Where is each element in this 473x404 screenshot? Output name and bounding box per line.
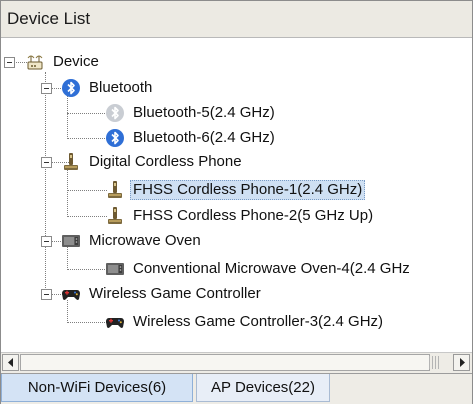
tree-line [67, 138, 107, 139]
panel-title: Device List [7, 9, 91, 28]
tree-node-label: FHSS Cordless Phone-1(2.4 GHz) [130, 180, 366, 200]
device-tree[interactable]: Device Bluetooth Bluetooth-5(2.4 GHz) Bl… [1, 38, 472, 351]
tree-node-device[interactable]: Device [25, 51, 102, 73]
device-tabs: Non-WiFi Devices(6) AP Devices(22) [1, 373, 472, 404]
router-icon [25, 52, 45, 72]
device-list-panel: Device List Device Bluetooth Bluetooth-5… [0, 0, 473, 404]
collapse-toggle-game-controller[interactable] [41, 289, 52, 300]
microwave-icon [105, 259, 125, 279]
microwave-icon [61, 231, 81, 251]
bluetooth-inactive-icon [105, 103, 125, 123]
tree-node-bluetooth-6[interactable]: Bluetooth-6(2.4 GHz) [105, 127, 278, 149]
tree-node-game-controller-3[interactable]: Wireless Game Controller-3(2.4 GHz) [105, 311, 386, 333]
tree-line [67, 269, 107, 270]
cordless-phone-icon [105, 206, 125, 226]
tree-line [67, 322, 107, 323]
tree-line [67, 94, 68, 139]
tree-node-label: Microwave Oven [89, 232, 201, 249]
scroll-left-icon [7, 358, 13, 367]
tree-node-game-controller[interactable]: Wireless Game Controller [61, 283, 264, 305]
collapse-toggle-microwave[interactable] [41, 236, 52, 247]
tree-node-label: Bluetooth-6(2.4 GHz) [133, 129, 275, 146]
tree-node-label: Bluetooth [89, 79, 153, 96]
tree-node-label: Wireless Game Controller [89, 285, 261, 302]
tree-node-label: FHSS Cordless Phone-2(5 GHz Up) [133, 207, 374, 224]
tree-line [67, 190, 107, 191]
tree-node-fhss-phone-1[interactable]: FHSS Cordless Phone-1(2.4 GHz) [105, 179, 366, 201]
bluetooth-icon [105, 128, 125, 148]
tree-line [67, 168, 68, 217]
tab-ap-devices[interactable]: AP Devices(22) [196, 374, 330, 402]
collapse-toggle-device[interactable] [4, 57, 15, 68]
tree-node-fhss-phone-2[interactable]: FHSS Cordless Phone-2(5 GHz Up) [105, 205, 376, 227]
bluetooth-icon [61, 78, 81, 98]
scroll-right-icon [459, 358, 465, 367]
tree-node-label: Bluetooth-5(2.4 GHz) [133, 104, 275, 121]
tree-node-label: Conventional Microwave Oven-4(2.4 GHz [133, 260, 410, 277]
tree-line [45, 72, 46, 294]
horizontal-scrollbar[interactable] [1, 352, 472, 373]
tree-node-bluetooth-5[interactable]: Bluetooth-5(2.4 GHz) [105, 102, 278, 124]
collapse-toggle-cordless-phone[interactable] [41, 157, 52, 168]
scroll-right-button[interactable] [453, 354, 470, 371]
tree-node-label: Device [53, 53, 99, 70]
cordless-phone-icon [61, 152, 81, 172]
gamepad-icon [61, 284, 81, 304]
tree-node-label: Wireless Game Controller-3(2.4 GHz) [133, 313, 384, 330]
scroll-left-button[interactable] [2, 354, 19, 371]
collapse-toggle-bluetooth[interactable] [41, 83, 52, 94]
tree-line [67, 216, 107, 217]
tab-non-wifi-devices[interactable]: Non-WiFi Devices(6) [1, 374, 193, 402]
tree-node-microwave-oven-4[interactable]: Conventional Microwave Oven-4(2.4 GHz [105, 258, 413, 280]
tree-node-microwave[interactable]: Microwave Oven [61, 230, 204, 252]
cordless-phone-icon [105, 180, 125, 200]
tree-node-bluetooth[interactable]: Bluetooth [61, 77, 155, 99]
gamepad-icon [105, 312, 125, 332]
scroll-grip [429, 356, 439, 369]
panel-header: Device List [1, 1, 472, 38]
tree-node-cordless-phone[interactable]: Digital Cordless Phone [61, 151, 245, 173]
scroll-thumb[interactable] [20, 354, 430, 371]
tree-line [67, 113, 107, 114]
tree-node-label: Digital Cordless Phone [89, 153, 242, 170]
